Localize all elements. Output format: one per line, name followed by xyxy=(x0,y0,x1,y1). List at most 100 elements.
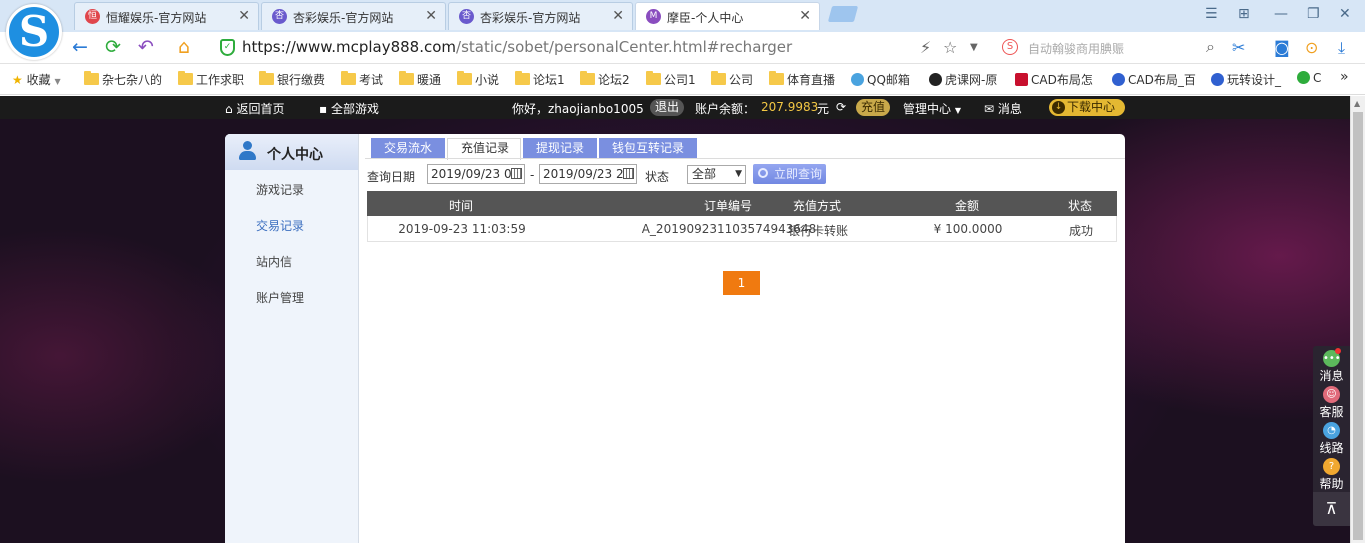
bookmark-label: C xyxy=(1313,71,1322,85)
bookmark-folder[interactable]: 银行缴费 xyxy=(259,71,325,88)
float-messages-button[interactable]: ••• 消息 xyxy=(1313,348,1350,383)
recharge-button[interactable]: 充值 xyxy=(856,99,891,116)
status-select[interactable]: 全部 ▼ xyxy=(687,165,746,184)
sidebar-item-transaction-records[interactable]: 交易记录 xyxy=(256,217,304,234)
bookmark-folder[interactable]: 考试 xyxy=(341,71,383,88)
bookmark-site[interactable]: CAD布局_百 xyxy=(1112,71,1196,88)
date-to-input[interactable]: 2019/09/23 23:59 xyxy=(539,164,637,184)
close-icon[interactable]: ✕ xyxy=(612,8,624,24)
menu-icon[interactable]: ☰ xyxy=(1205,6,1218,22)
download-center-button[interactable]: ↓ 下载中心 xyxy=(1049,99,1125,116)
window-close-icon[interactable]: ✕ xyxy=(1339,6,1351,22)
chevron-down-icon[interactable]: ▼ xyxy=(970,42,978,53)
bookmark-folder[interactable]: 论坛2 xyxy=(580,71,630,88)
browser-tab-2[interactable]: 杏 杏彩娱乐-官方网站 ✕ xyxy=(261,2,446,30)
column-header-status: 状态 xyxy=(1067,199,1092,213)
bookmark-folder[interactable]: 暖通 xyxy=(399,71,441,88)
calendar-icon[interactable] xyxy=(623,168,634,179)
messages-link[interactable]: ✉ 消息 xyxy=(984,100,1022,117)
logout-button[interactable]: 退出 xyxy=(650,99,685,116)
page-scrollbar[interactable]: ▲ xyxy=(1350,96,1365,543)
skin-icon[interactable]: ⊞ xyxy=(1238,6,1250,22)
lightning-icon[interactable]: ⚡ xyxy=(920,38,931,57)
scroll-up-icon[interactable]: ▲ xyxy=(1354,99,1360,108)
balance-value: 207.9983 xyxy=(761,100,819,114)
date-from-input[interactable]: 2019/09/23 00:00 xyxy=(427,164,525,184)
play-icon xyxy=(1297,71,1310,84)
bookmark-folder[interactable]: 论坛1 xyxy=(515,71,565,88)
personal-center-panel: 个人中心 游戏记录 交易记录 站内信 账户管理 交易流水 充值记录 提现记录 钱… xyxy=(225,134,1125,543)
manage-center-menu[interactable]: 管理中心 ▼ xyxy=(903,100,961,117)
pagination-page-1[interactable]: 1 xyxy=(723,271,760,295)
search-box[interactable]: S 自动翰骏商用腆赈 ⌕ xyxy=(1000,37,1215,59)
tab-title: 恒耀娱乐-官方网站 xyxy=(106,11,207,25)
sidebar: 个人中心 游戏记录 交易记录 站内信 账户管理 xyxy=(225,134,359,543)
close-icon[interactable]: ✕ xyxy=(238,8,250,24)
query-button[interactable]: 立即查询 xyxy=(753,164,826,184)
star-icon[interactable]: ☆ xyxy=(943,38,957,57)
folder-icon xyxy=(457,71,472,85)
close-icon[interactable]: ✕ xyxy=(799,8,811,24)
calendar-icon[interactable] xyxy=(511,168,522,179)
translate-icon[interactable]: ◙ xyxy=(1274,38,1290,57)
search-input[interactable]: 自动翰骏商用腆赈 xyxy=(1028,40,1124,57)
column-header-amount: 金额 xyxy=(954,199,979,213)
bookmark-folder[interactable]: 公司1 xyxy=(646,71,696,88)
bookmark-site[interactable]: QQ邮箱 xyxy=(851,71,910,88)
home-icon[interactable]: ⌂ xyxy=(178,36,190,58)
bookmark-folder[interactable]: 体育直播 xyxy=(769,71,835,88)
float-route-button[interactable]: ◔ 线路 xyxy=(1313,420,1350,455)
search-icon[interactable]: ⌕ xyxy=(1206,37,1215,57)
url-field[interactable]: https://www.mcplay888.com/static/sobet/p… xyxy=(242,38,792,56)
back-icon[interactable]: ← xyxy=(72,36,88,58)
back-to-top-button[interactable]: ⊼ xyxy=(1313,492,1350,526)
undo-icon[interactable]: ↶ xyxy=(138,36,154,58)
bookmark-folder[interactable]: 小说 xyxy=(457,71,499,88)
bookmark-favorites[interactable]: ★ 收藏 ▼ xyxy=(12,71,61,88)
browser-tab-1[interactable]: 恒 恒耀娱乐-官方网站 ✕ xyxy=(74,2,259,30)
bookmark-site[interactable]: CAD布局怎 xyxy=(1015,71,1093,88)
sidebar-item-inbox[interactable]: 站内信 xyxy=(256,253,292,270)
star-icon: ★ xyxy=(12,73,23,87)
bookmark-folder[interactable]: 工作求职 xyxy=(178,71,244,88)
float-help-button[interactable]: ? 帮助 xyxy=(1313,456,1350,491)
new-tab-button[interactable] xyxy=(827,6,859,22)
close-icon[interactable]: ✕ xyxy=(425,8,437,24)
browser-tab-3[interactable]: 杏 杏彩娱乐-官方网站 ✕ xyxy=(448,2,633,30)
floating-service-bar: ••• 消息 ☺ 客服 ◔ 线路 ? 帮助 ⊼ xyxy=(1313,346,1350,526)
tab-title: 摩臣-个人中心 xyxy=(667,11,744,25)
minimize-icon[interactable]: — xyxy=(1274,6,1288,22)
restore-icon[interactable]: ❐ xyxy=(1307,6,1320,22)
tab-wallet-transfer-records[interactable]: 钱包互转记录 xyxy=(599,138,697,158)
tab-transaction-flow[interactable]: 交易流水 xyxy=(371,138,445,158)
refresh-icon[interactable]: ⟳ xyxy=(105,36,121,58)
home-link[interactable]: ⌂ 返回首页 xyxy=(225,100,284,117)
float-service-button[interactable]: ☺ 客服 xyxy=(1313,384,1350,419)
scissors-icon[interactable]: ✂ xyxy=(1232,38,1245,57)
refresh-balance-icon[interactable]: ⟳ xyxy=(836,100,846,114)
more-bookmarks-icon[interactable]: » xyxy=(1340,69,1349,85)
bookmark-folder[interactable]: 公司 xyxy=(711,71,753,88)
tab-withdraw-records[interactable]: 提现记录 xyxy=(523,138,597,158)
scroll-thumb[interactable] xyxy=(1353,112,1363,540)
sidebar-item-game-records[interactable]: 游戏记录 xyxy=(256,181,304,198)
download-icon[interactable]: ⤓ xyxy=(1338,38,1345,58)
balance-label: 账户余额： xyxy=(695,102,756,116)
status-label: 状态 xyxy=(645,170,670,184)
messages-label: 消息 xyxy=(997,102,1022,116)
mail-icon: ✉ xyxy=(984,102,995,116)
bookmark-site[interactable]: C xyxy=(1297,71,1321,85)
grid-icon: ▪ xyxy=(319,102,328,116)
tab-recharge-records[interactable]: 充值记录 xyxy=(447,138,521,160)
tab-title: 杏彩娱乐-官方网站 xyxy=(293,11,394,25)
column-header-method: 充值方式 xyxy=(792,199,841,213)
more-icon[interactable]: ⊙ xyxy=(1305,38,1318,57)
bookmark-folder[interactable]: 杂七杂八的 xyxy=(84,71,162,88)
bookmark-site[interactable]: 虎课网-原 xyxy=(929,71,997,88)
url-path: /static/sobet/personalCenter.html#rechar… xyxy=(456,38,793,56)
sidebar-item-account[interactable]: 账户管理 xyxy=(256,289,304,306)
bookmark-site[interactable]: 玩转设计_ xyxy=(1211,71,1281,88)
route-icon: ◔ xyxy=(1323,422,1340,439)
browser-tab-4-active[interactable]: M 摩臣-个人中心 ✕ xyxy=(635,2,820,30)
all-games-link[interactable]: ▪ 全部游戏 xyxy=(319,100,379,117)
